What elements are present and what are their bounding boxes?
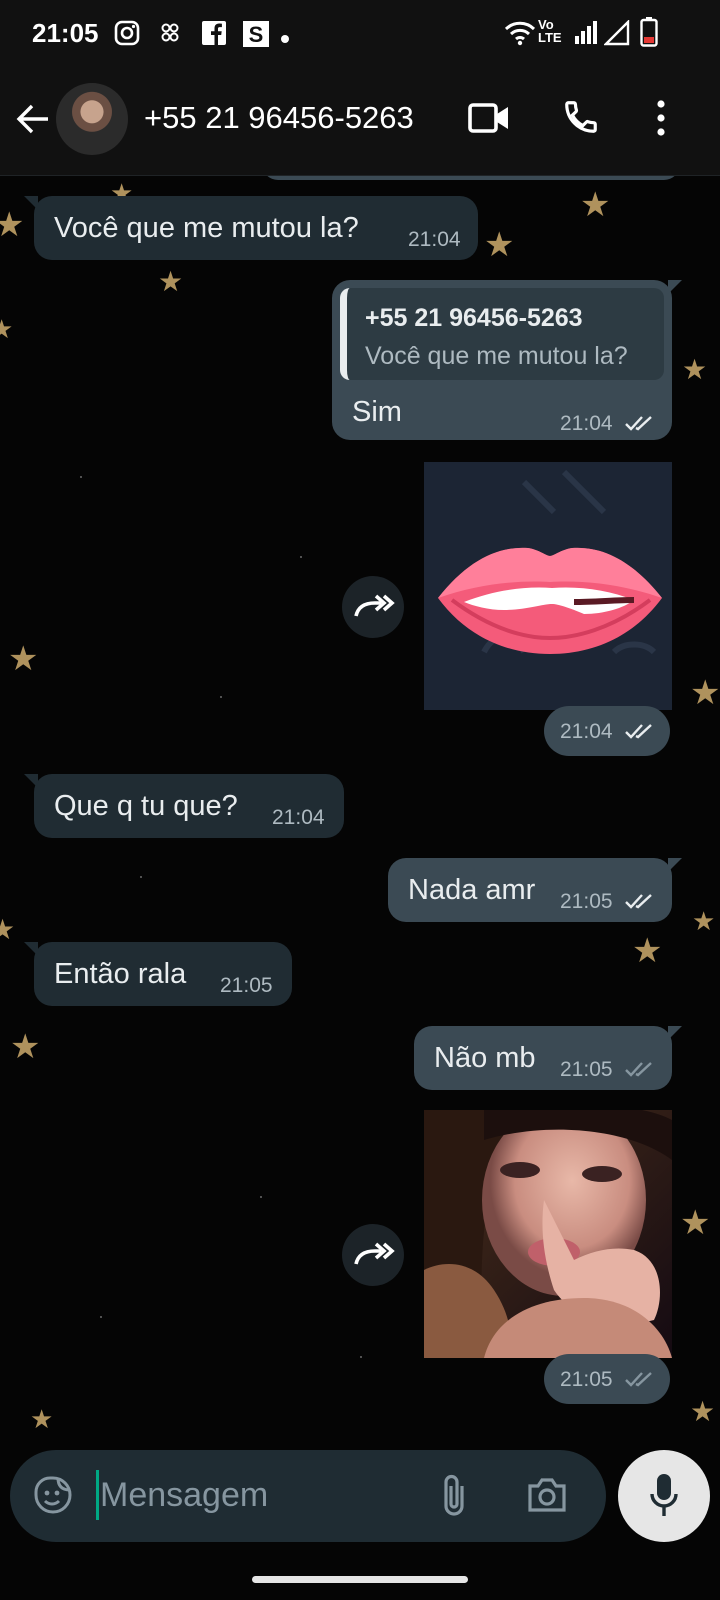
message-time: 21:04 [272, 806, 325, 829]
wallpaper-star: ★ [632, 932, 663, 970]
chat-area[interactable]: ★ ★ ★ ★ ★ ★ ★ ★ ★ ★ ★ ★ ★ ★ ★ ★ Você que… [0, 176, 720, 1430]
wallpaper-speck [80, 476, 82, 478]
app-icon [160, 20, 180, 46]
svg-text:S: S [249, 22, 264, 47]
message-outgoing-reply[interactable]: +55 21 96456-5263 Você que me mutou la? … [332, 280, 682, 440]
wallpaper-star: ★ [692, 906, 716, 936]
message-text: Nada amr [408, 874, 536, 906]
wallpaper-star: ★ [580, 186, 611, 224]
s-app-icon: S [242, 20, 270, 47]
read-ticks-icon [625, 416, 652, 431]
delivered-ticks-icon [625, 1062, 652, 1077]
wallpaper-speck [300, 556, 302, 558]
wallpaper-star: ★ [158, 266, 184, 297]
forward-button[interactable] [342, 1224, 404, 1286]
message-time: 21:04 [560, 720, 613, 743]
forward-button[interactable] [342, 576, 404, 638]
chat-header: +55 21 96456-5263 [0, 66, 720, 176]
status-time: 21:05 [32, 18, 99, 48]
image-time-pill: 21:04 [544, 706, 670, 756]
delivered-ticks-icon [625, 1372, 652, 1387]
facebook-icon [201, 20, 227, 46]
wallpaper-star: ★ [680, 1204, 711, 1242]
attach-icon[interactable] [440, 1472, 470, 1523]
signal-empty-icon [603, 19, 630, 46]
message-time: 21:05 [560, 1368, 613, 1391]
read-ticks-icon [625, 894, 652, 909]
selfie-photo-image [424, 1110, 672, 1358]
message-incoming[interactable]: Então rala 21:05 [24, 942, 292, 1006]
mic-icon [649, 1472, 679, 1525]
read-ticks-icon [625, 724, 652, 739]
wallpaper-star: ★ [10, 1028, 41, 1066]
quoted-message[interactable]: +55 21 96456-5263 Você que me mutou la? [340, 288, 664, 380]
wallpaper-star: ★ [690, 674, 720, 712]
volte-icon: Vo LTE [538, 17, 562, 45]
more-vert-icon[interactable] [656, 100, 666, 141]
message-time: 21:05 [560, 1058, 613, 1081]
message-time: 21:05 [560, 890, 613, 913]
image-message-lips[interactable] [424, 462, 672, 710]
sticker-icon[interactable] [32, 1474, 74, 1521]
camera-icon[interactable] [526, 1476, 568, 1519]
signal-icon [574, 20, 598, 46]
wallpaper-speck [100, 1316, 102, 1318]
battery-icon [640, 17, 658, 47]
wallpaper-star: ★ [682, 354, 708, 385]
video-call-icon[interactable] [468, 102, 510, 139]
message-text: Você que me mutou la? [54, 212, 359, 244]
message-input[interactable]: Mensagem [10, 1450, 606, 1542]
wallpaper-star: ★ [484, 226, 515, 264]
phone-icon[interactable] [562, 98, 600, 141]
wallpaper-star: ★ [30, 1404, 54, 1430]
message-text: Então rala [54, 958, 187, 990]
quoted-sender: +55 21 96456-5263 [365, 304, 583, 332]
message-text: Sim [352, 396, 402, 428]
partial-message [262, 176, 680, 180]
message-time: 21:05 [220, 974, 273, 997]
wallpaper-speck [260, 1196, 262, 1198]
forward-icon [354, 1242, 395, 1265]
message-incoming[interactable]: Você que me mutou la? 21:04 [24, 196, 478, 260]
contact-name[interactable]: +55 21 96456-5263 [144, 100, 414, 136]
message-incoming[interactable]: Que q tu que? 21:04 [24, 774, 344, 838]
wallpaper-speck [220, 696, 222, 698]
image-message-photo[interactable] [424, 1110, 672, 1358]
message-time: 21:04 [560, 412, 613, 435]
wallpaper-speck [140, 876, 142, 878]
dot-icon [280, 27, 290, 53]
forward-icon [354, 594, 395, 617]
message-text: Não mb [434, 1042, 536, 1074]
message-placeholder: Mensagem [100, 1476, 269, 1514]
mic-button[interactable] [618, 1450, 710, 1542]
message-composer: Mensagem [0, 1430, 720, 1554]
navigation-bar [0, 1554, 720, 1600]
wallpaper-star: ★ [0, 206, 25, 244]
wifi-icon [504, 20, 536, 46]
wallpaper-star: ★ [690, 1396, 716, 1427]
wallpaper-star: ★ [8, 640, 39, 678]
message-time: 21:04 [408, 228, 461, 251]
quoted-text: Você que me mutou la? [365, 342, 628, 370]
wallpaper-star: ★ [0, 314, 14, 344]
text-caret [96, 1470, 99, 1520]
instagram-icon [114, 20, 140, 46]
wallpaper-star: ★ [0, 914, 16, 945]
message-outgoing[interactable]: Não mb 21:05 [414, 1026, 682, 1090]
status-bar: 21:05 S Vo LTE [0, 0, 720, 66]
message-text: Que q tu que? [54, 790, 238, 822]
wallpaper-speck [360, 1356, 362, 1358]
lips-sticker-image [424, 462, 672, 710]
image-time-pill: 21:05 [544, 1354, 670, 1404]
message-outgoing[interactable]: Nada amr 21:05 [388, 858, 682, 922]
home-gesture-handle[interactable] [252, 1576, 468, 1583]
avatar[interactable] [56, 83, 128, 155]
back-arrow-icon[interactable] [14, 100, 52, 143]
